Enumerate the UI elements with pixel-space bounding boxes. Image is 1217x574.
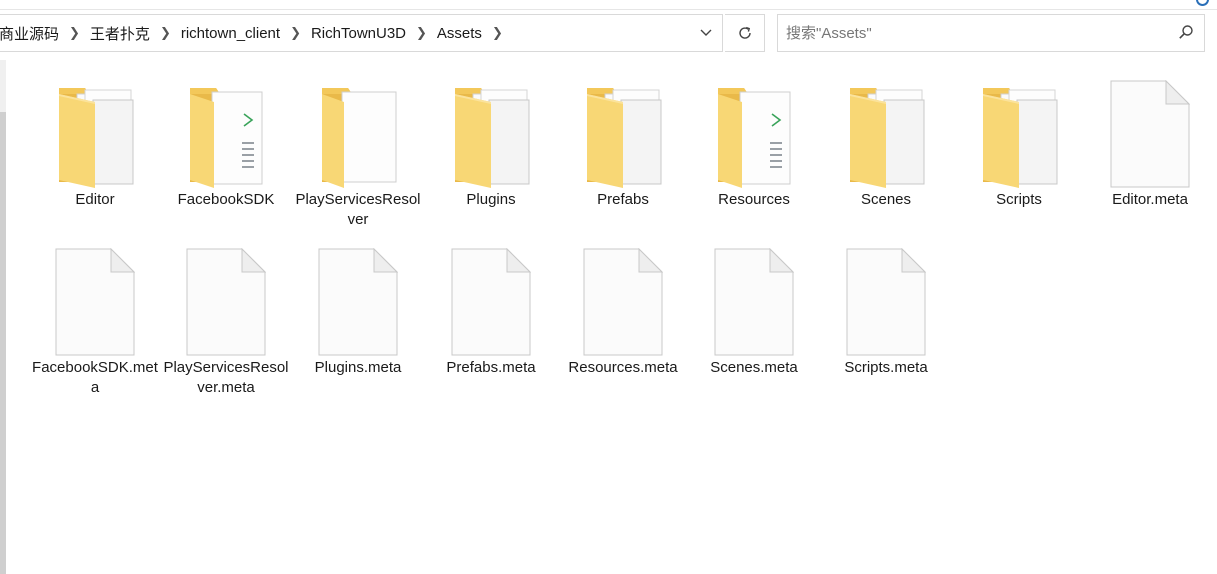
file-item[interactable]: Scripts.meta [822,248,950,408]
file-name-label: FacebookSDK [177,191,275,208]
file-item[interactable]: PlayServicesResolver.meta [162,248,290,408]
folder-item[interactable]: Prefabs [559,80,687,240]
file-name-label: Scenes.meta [710,359,798,376]
breadcrumb-item-1[interactable]: 商业源码 [0,23,65,44]
folder-item[interactable]: Plugins [427,80,555,240]
file-icon [294,248,422,360]
chevron-right-icon[interactable]: ❯ [286,25,305,41]
file-item[interactable]: Editor.meta [1086,80,1214,240]
window-top-edge [0,0,1217,10]
file-item[interactable]: FacebookSDK.meta [31,248,159,408]
file-name-label: Scripts.meta [844,359,928,376]
search-icon[interactable] [1178,24,1194,45]
file-name-label: PlayServicesResolver.meta [163,359,289,396]
breadcrumb-item-5[interactable]: Assets [431,25,488,42]
search-box[interactable] [777,14,1205,52]
chevron-right-icon[interactable]: ❯ [65,25,84,41]
folder-icon [690,80,818,192]
file-item[interactable]: Resources.meta [559,248,687,408]
file-name-label: Prefabs [597,191,649,208]
breadcrumb-item-4[interactable]: RichTownU3D [305,25,412,42]
file-name-label: Editor.meta [1112,191,1188,208]
file-icon [822,248,950,360]
folder-item[interactable]: FacebookSDK [162,80,290,240]
file-name-label: Scripts [996,191,1042,208]
file-icon [162,248,290,360]
file-icon [690,248,818,360]
folder-item[interactable]: Scripts [955,80,1083,240]
file-item[interactable]: Scenes.meta [690,248,818,408]
file-name-label: FacebookSDK.meta [32,359,158,396]
file-name-label: Resources [718,191,790,208]
folder-icon [955,80,1083,192]
folder-icon [31,80,159,192]
file-icon [559,248,687,360]
address-dropdown-button[interactable] [690,15,722,51]
refresh-icon [738,26,751,39]
chevron-right-icon[interactable]: ❯ [156,25,175,41]
folder-item[interactable]: Scenes [822,80,950,240]
file-icon [1086,80,1214,192]
search-input[interactable] [786,23,1166,43]
file-item[interactable]: Plugins.meta [294,248,422,408]
folder-icon [427,80,555,192]
scrollbar-thumb[interactable] [0,112,6,574]
file-name-label: Plugins.meta [314,359,402,376]
breadcrumb: 商业源码 ❯ 王者扑克 ❯ richtown_client ❯ RichTown… [0,15,507,51]
file-icon [427,248,555,360]
file-name-label: Plugins [466,191,516,208]
folder-item[interactable]: Editor [31,80,159,240]
file-name-label: Resources.meta [568,359,678,376]
folder-item[interactable]: PlayServicesResolver [294,80,422,240]
file-name-label: PlayServicesResolver [295,191,421,228]
file-icon [31,248,159,360]
address-bar[interactable]: 商业源码 ❯ 王者扑克 ❯ richtown_client ❯ RichTown… [0,14,723,52]
vertical-scrollbar[interactable] [0,60,6,574]
file-name-label: Prefabs.meta [446,359,536,376]
file-item[interactable]: Prefabs.meta [427,248,555,408]
breadcrumb-item-3[interactable]: richtown_client [175,25,286,42]
breadcrumb-item-2[interactable]: 王者扑克 [84,23,156,44]
chevron-right-icon[interactable]: ❯ [488,25,507,41]
file-name-label: Scenes [860,191,912,208]
chevron-right-icon[interactable]: ❯ [412,25,431,41]
folder-icon [822,80,950,192]
refresh-button[interactable] [725,14,765,52]
chevron-down-icon [700,29,712,36]
file-name-label: Editor [75,191,115,208]
folder-icon [294,80,422,192]
folder-icon [162,80,290,192]
folder-item[interactable]: Resources [690,80,818,240]
folder-icon [559,80,687,192]
